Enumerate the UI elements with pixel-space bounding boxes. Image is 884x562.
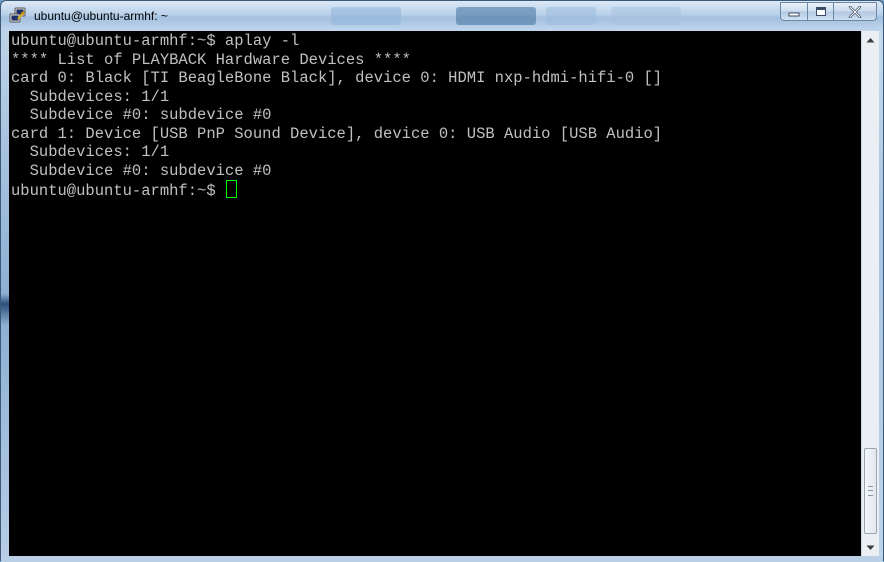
terminal-output-area[interactable]: ubuntu@ubuntu-armhf:~$ aplay -l **** List… xyxy=(9,31,861,556)
titlebar-glass-reflection xyxy=(456,7,536,25)
close-icon xyxy=(848,5,862,18)
window-bottom-border xyxy=(1,556,883,562)
window-title: ubuntu@ubuntu-armhf: ~ xyxy=(34,9,168,23)
terminal-line: **** List of PLAYBACK Hardware Devices *… xyxy=(11,50,411,69)
titlebar-glass-reflection xyxy=(331,7,401,25)
vertical-scrollbar[interactable] xyxy=(861,31,879,556)
maximize-icon xyxy=(815,7,826,16)
title-bar[interactable]: ubuntu@ubuntu-armhf: ~ xyxy=(1,1,883,31)
terminal-line: Subdevice #0: subdevice #0 xyxy=(11,106,272,124)
arrow-down-icon xyxy=(866,545,875,550)
close-button[interactable] xyxy=(833,2,877,21)
minimize-icon xyxy=(788,12,800,16)
titlebar-glass-reflection xyxy=(611,7,681,25)
terminal-line: card 1: Device [USB PnP Sound Device], d… xyxy=(11,124,663,143)
terminal-text: ubuntu@ubuntu-armhf:~$ aplay -l **** List… xyxy=(9,31,861,200)
terminal-line: Subdevices: 1/1 xyxy=(11,143,170,161)
scroll-down-button[interactable] xyxy=(862,539,879,556)
terminal-line: Subdevices: 1/1 xyxy=(11,87,170,106)
arrow-up-icon xyxy=(866,37,875,42)
maximize-button[interactable] xyxy=(807,2,833,21)
terminal-line: Subdevice #0: subdevice #0 xyxy=(11,161,272,180)
titlebar-glass-reflection xyxy=(546,7,596,25)
minimize-button[interactable] xyxy=(780,2,807,21)
caption-buttons xyxy=(780,2,877,21)
grip-icon xyxy=(868,486,873,496)
terminal-line: card 0: Black [TI BeagleBone Black], dev… xyxy=(11,69,663,87)
terminal-prompt-line[interactable]: ubuntu@ubuntu-armhf:~$ xyxy=(11,180,861,200)
terminal-cursor xyxy=(225,180,237,198)
putty-icon[interactable] xyxy=(9,7,27,24)
terminal-window: ubuntu@ubuntu-armhf: ~ ubuntu@ubuntu-arm… xyxy=(0,0,884,562)
terminal-line: ubuntu@ubuntu-armhf:~$ aplay -l xyxy=(11,32,300,50)
terminal-prompt: ubuntu@ubuntu-armhf:~$ xyxy=(11,182,225,200)
scroll-up-button[interactable] xyxy=(862,31,879,48)
scrollbar-thumb[interactable] xyxy=(864,448,877,534)
window-left-border xyxy=(1,31,9,556)
